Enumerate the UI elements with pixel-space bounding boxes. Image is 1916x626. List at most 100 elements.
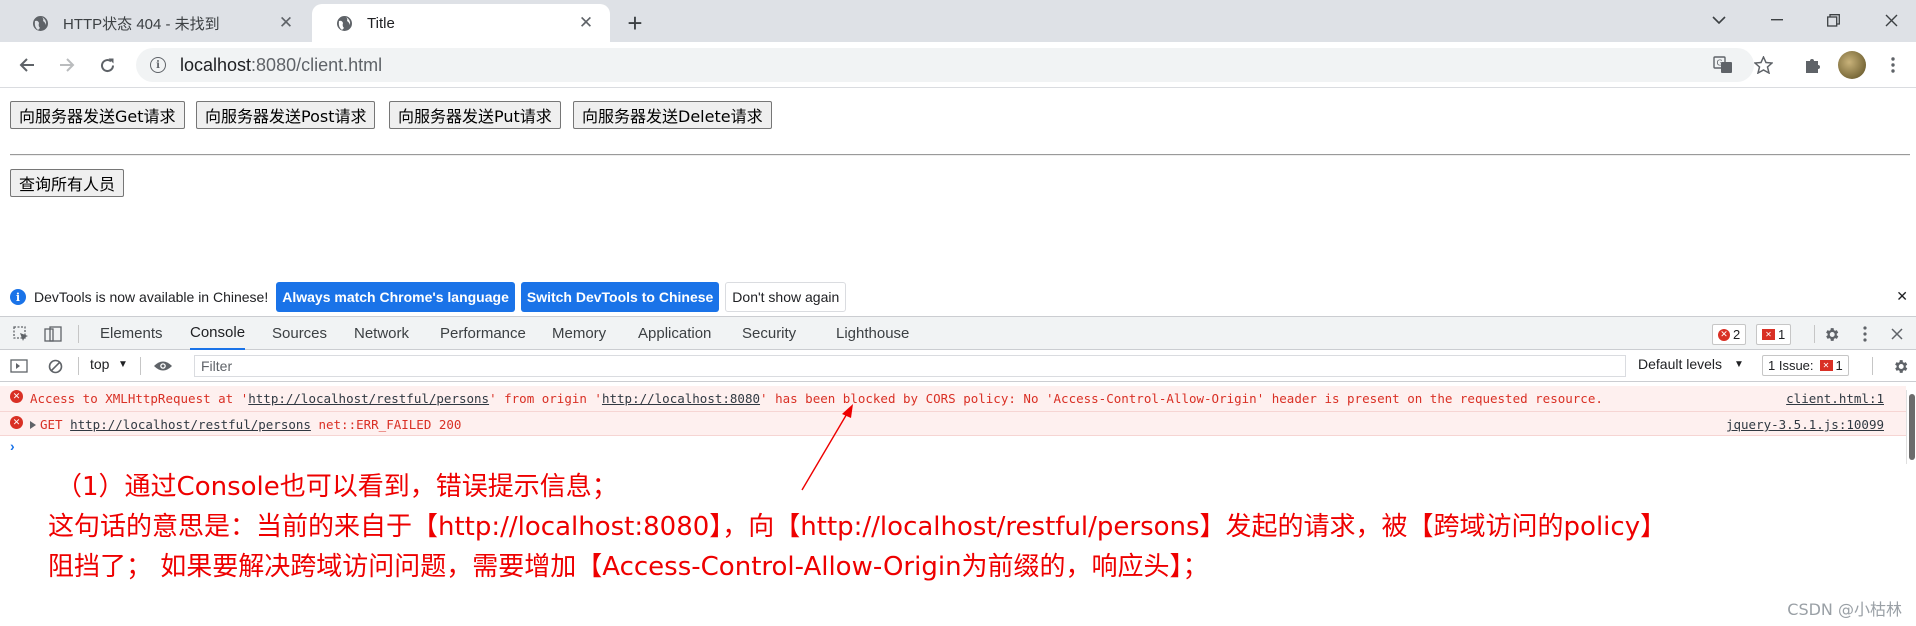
sidebar-toggle-icon[interactable]: [8, 355, 30, 377]
new-tab-button[interactable]: +: [620, 8, 650, 38]
annotation-line-2: 这句话的意思是：当前的来自于【http://localhost:8080】，向【…: [48, 512, 1667, 542]
svg-text:G: G: [1717, 59, 1723, 68]
error-icon: ✕: [10, 416, 23, 429]
console-toolbar: top ▼ Filter Default levels ▼ 1 Issue: ✕…: [0, 350, 1916, 382]
send-put-button[interactable]: 向服务器发送Put请求: [389, 101, 561, 129]
query-all-button[interactable]: 查询所有人员: [10, 169, 125, 197]
origin-url-link[interactable]: http://localhost:8080: [602, 391, 760, 406]
translate-icon[interactable]: G: [1708, 50, 1738, 80]
tab-security[interactable]: Security: [742, 317, 796, 350]
error-count-badge[interactable]: ✕ 2: [1712, 324, 1747, 345]
error-message: Access to XMLHttpRequest at 'http://loca…: [30, 391, 1603, 406]
switch-language-button[interactable]: Switch DevTools to Chinese: [520, 282, 720, 312]
issue-icon: ✕: [1819, 360, 1833, 371]
close-window-icon[interactable]: [1866, 4, 1916, 36]
browser-tab-title[interactable]: Title ✕: [312, 4, 610, 42]
inspect-element-icon[interactable]: [10, 323, 32, 345]
globe-icon: [32, 15, 49, 32]
console-settings-gear-icon[interactable]: [1889, 355, 1911, 377]
info-icon: i: [10, 289, 26, 305]
minimize-icon[interactable]: [1752, 4, 1802, 36]
browser-tab-404[interactable]: HTTP状态 404 - 未找到 ✕: [8, 4, 310, 42]
close-devtools-icon[interactable]: [1886, 323, 1908, 345]
globe-icon: [336, 15, 353, 32]
issue-icon: ✕: [1762, 329, 1775, 340]
issues-label: 1 Issue:: [1768, 358, 1814, 373]
send-delete-button[interactable]: 向服务器发送Delete请求: [573, 101, 772, 129]
source-link[interactable]: client.html:1: [1786, 391, 1884, 406]
annotation-line-1: （1）通过Console也可以看到，错误提示信息；: [56, 472, 618, 502]
site-info-icon[interactable]: i: [150, 57, 166, 73]
send-post-button[interactable]: 向服务器发送Post请求: [196, 101, 376, 129]
dont-show-again-button[interactable]: Don't show again: [725, 282, 847, 312]
tab-performance[interactable]: Performance: [440, 317, 526, 350]
tab-lighthouse[interactable]: Lighthouse: [836, 317, 909, 350]
toolbar-separator: [140, 357, 141, 375]
back-icon[interactable]: [12, 50, 42, 80]
tab-elements[interactable]: Elements: [100, 317, 163, 350]
profile-avatar[interactable]: [1838, 51, 1866, 79]
url-host: localhost: [180, 54, 252, 75]
error-message[interactable]: GET http://localhost/restful/persons net…: [30, 417, 461, 432]
log-levels-dropdown[interactable]: Default levels: [1638, 356, 1722, 372]
expand-triangle-icon[interactable]: [30, 421, 36, 429]
devtools-tab-bar: Elements Console Sources Network Perform…: [0, 316, 1916, 350]
menu-kebab-icon[interactable]: [1878, 50, 1908, 80]
close-infobar-icon[interactable]: ✕: [1896, 288, 1908, 305]
error-icon: ✕: [1718, 328, 1730, 341]
page-content: 向服务器发送Get请求 向服务器发送Post请求 向服务器发送Put请求 向服务…: [0, 88, 1916, 278]
restore-icon[interactable]: [1808, 4, 1858, 36]
filter-input[interactable]: Filter: [194, 355, 1626, 377]
reload-icon[interactable]: [92, 50, 122, 80]
clear-console-icon[interactable]: [44, 355, 66, 377]
tab-strip: HTTP状态 404 - 未找到 ✕ Title ✕ +: [0, 0, 1916, 42]
toolbar-separator: [1814, 325, 1815, 343]
devtools-language-infobar: i DevTools is now available in Chinese! …: [0, 278, 1916, 316]
live-expression-eye-icon[interactable]: [152, 355, 174, 377]
url-path: :8080/client.html: [251, 54, 383, 75]
levels-dropdown-icon[interactable]: ▼: [1734, 359, 1744, 370]
console-prompt[interactable]: ›: [10, 438, 15, 454]
bookmark-star-icon[interactable]: [1748, 50, 1778, 80]
toolbar-separator: [1872, 357, 1873, 375]
send-get-button[interactable]: 向服务器发送Get请求: [10, 101, 185, 129]
extensions-icon[interactable]: [1798, 50, 1828, 80]
device-toolbar-icon[interactable]: [42, 323, 64, 345]
tab-search-icon[interactable]: [1694, 4, 1744, 36]
tab-console[interactable]: Console: [190, 317, 246, 350]
close-tab-icon[interactable]: ✕: [576, 13, 596, 33]
context-selector[interactable]: top: [90, 356, 109, 372]
issues-count: 1: [1835, 358, 1843, 373]
console-scrollbar[interactable]: [1906, 390, 1916, 464]
settings-gear-icon[interactable]: [1820, 323, 1842, 345]
browser-toolbar: i localhost:8080/client.html G: [0, 42, 1916, 88]
match-language-button[interactable]: Always match Chrome's language: [276, 282, 515, 312]
tab-application[interactable]: Application: [638, 317, 711, 350]
request-url-link[interactable]: http://localhost/restful/persons: [70, 417, 311, 432]
annotation-line-3: 阻挡了； 如果要解决跨域访问问题，需要增加【Access-Control-All…: [48, 552, 1209, 582]
address-bar[interactable]: i localhost:8080/client.html: [136, 48, 1754, 82]
tab-title: Title: [367, 14, 395, 32]
console-error-get: ✕ GET http://localhost/restful/persons n…: [0, 412, 1906, 436]
tab-sources[interactable]: Sources: [272, 317, 327, 350]
error-icon: ✕: [10, 390, 23, 403]
tab-title: HTTP状态 404 - 未找到: [63, 15, 220, 33]
more-options-icon[interactable]: [1854, 323, 1876, 345]
tab-memory[interactable]: Memory: [552, 317, 606, 350]
error-count: 2: [1733, 327, 1741, 342]
issues-button[interactable]: 1 Issue: ✕ 1: [1762, 355, 1849, 376]
watermark: CSDN @小枯林: [1787, 600, 1902, 619]
issue-count: 1: [1778, 327, 1786, 342]
horizontal-rule: [10, 154, 1910, 156]
console-error-cors: ✕ Access to XMLHttpRequest at 'http://lo…: [0, 386, 1906, 412]
context-dropdown-icon[interactable]: ▼: [118, 359, 128, 370]
toolbar-separator: [78, 357, 79, 375]
tab-network[interactable]: Network: [354, 317, 409, 350]
request-url-link[interactable]: http://localhost/restful/persons: [248, 391, 489, 406]
close-tab-icon[interactable]: ✕: [276, 13, 296, 33]
forward-icon[interactable]: [52, 50, 82, 80]
infobar-message: DevTools is now available in Chinese!: [34, 289, 269, 305]
issue-count-badge[interactable]: ✕ 1: [1756, 324, 1792, 345]
scrollbar-thumb[interactable]: [1909, 394, 1915, 460]
source-link[interactable]: jquery-3.5.1.js:10099: [1726, 417, 1884, 432]
